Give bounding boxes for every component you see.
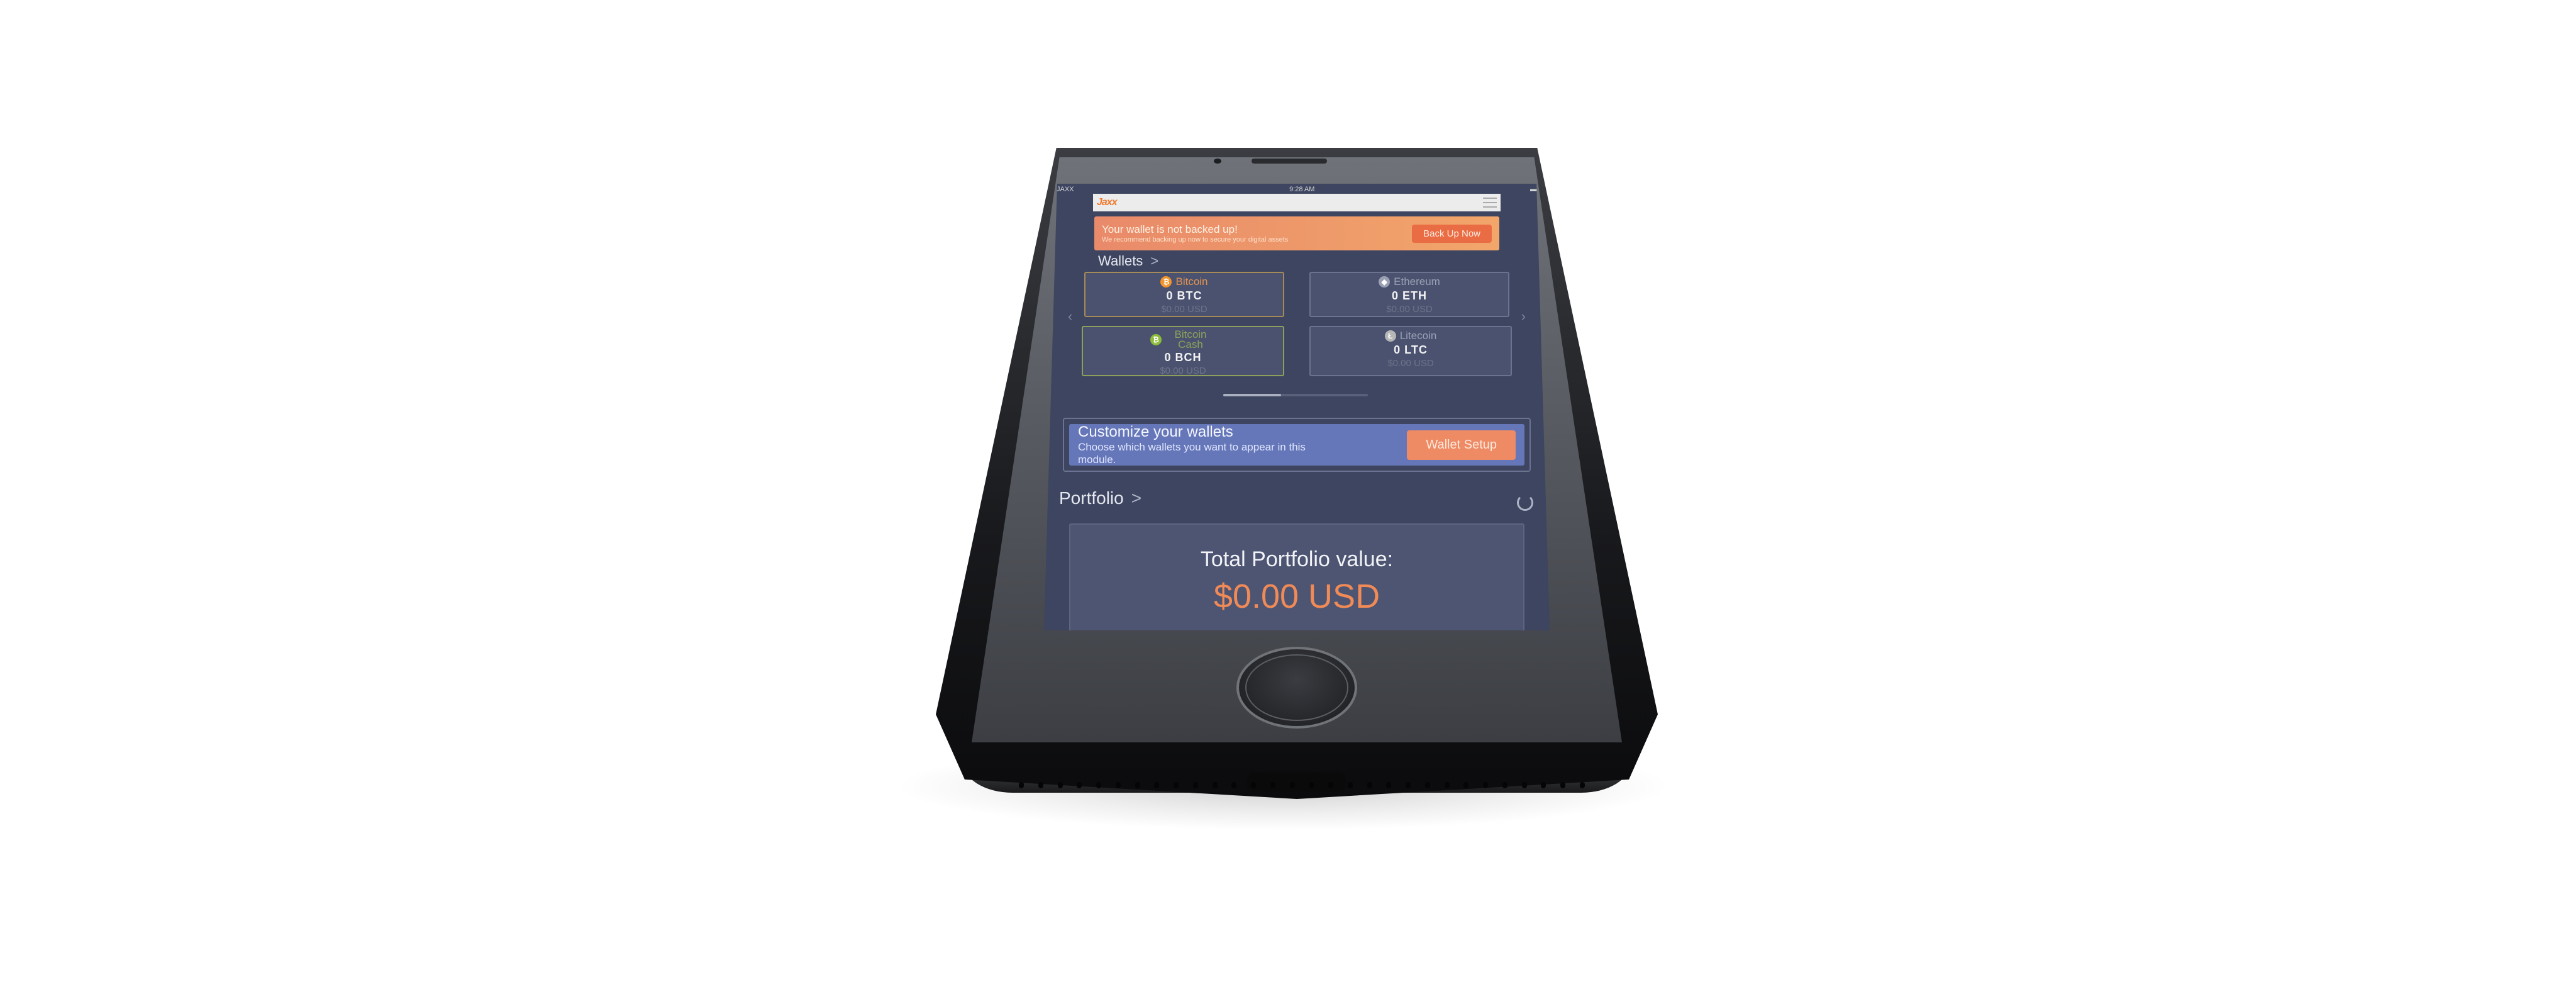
wallet-setup-button[interactable]: Wallet Setup: [1407, 430, 1516, 460]
customize-wallets-card: Customize your wallets Choose which wall…: [1063, 418, 1531, 472]
app-header: Jaxx: [1093, 194, 1501, 211]
wallet-amount: 0 LTC: [1394, 344, 1428, 356]
portfolio-header[interactable]: Portfolio >: [1059, 488, 1141, 508]
customize-subtitle: Choose which wallets you want to appear …: [1078, 441, 1306, 466]
wallet-fiat: $0.00 USD: [1387, 358, 1434, 369]
front-camera-icon: [1214, 159, 1221, 164]
carousel-scroll-thumb[interactable]: [1223, 394, 1281, 396]
battery-icon: ▬: [1530, 186, 1537, 193]
speaker-grille: [1019, 782, 1585, 792]
earpiece-icon: [1252, 159, 1327, 164]
status-time: 9:28 AM: [1289, 186, 1315, 193]
banner-text: Your wallet is not backed up! We recomme…: [1102, 223, 1288, 243]
carrier-label: JAXX: [1057, 186, 1074, 193]
wallet-name: Litecoin: [1399, 330, 1437, 342]
chevron-right-icon: >: [1131, 488, 1142, 508]
status-bar: JAXX 9:28 AM ▬: [1057, 185, 1537, 194]
ethereum-icon: ◆: [1379, 276, 1391, 288]
wallet-card-bitcoin-cash[interactable]: ₿ Bitcoin Cash 0 BCH $0.00 USD: [1082, 326, 1284, 376]
carousel-prev-icon[interactable]: ‹: [1068, 308, 1072, 325]
wallet-fiat: $0.00 USD: [1160, 366, 1206, 376]
wallet-name: Ethereum: [1394, 276, 1440, 288]
portfolio-total-label: Total Portfolio value:: [1200, 547, 1394, 571]
wallet-amount: 0 ETH: [1391, 289, 1427, 302]
carousel-next-icon[interactable]: ›: [1521, 308, 1526, 325]
portfolio-total-value: $0.00 USD: [1213, 578, 1380, 615]
wallet-fiat: $0.00 USD: [1386, 304, 1433, 315]
wallet-amount: 0 BTC: [1166, 289, 1202, 302]
wallet-name: Bitcoin Cash: [1174, 328, 1207, 350]
menu-icon[interactable]: [1483, 198, 1497, 208]
wallets-title: Wallets: [1098, 253, 1143, 269]
wallet-amount: 0 BCH: [1164, 351, 1202, 364]
banner-subtitle: We recommend backing up now to secure yo…: [1102, 236, 1289, 243]
banner-title: Your wallet is not backed up!: [1102, 223, 1238, 235]
bitcoin-cash-icon: ₿: [1150, 334, 1162, 345]
wallets-header[interactable]: Wallets >: [1098, 253, 1158, 269]
portfolio-card: Total Portfolio value: $0.00 USD: [1069, 523, 1524, 630]
jaxx-logo[interactable]: Jaxx: [1097, 197, 1118, 208]
wallet-card-bitcoin[interactable]: ₿ Bitcoin 0 BTC $0.00 USD: [1084, 272, 1284, 317]
litecoin-icon: Ł: [1384, 330, 1396, 342]
backup-banner: Your wallet is not backed up! We recomme…: [1094, 216, 1499, 250]
wallet-fiat: $0.00 USD: [1161, 304, 1208, 315]
back-up-now-button[interactable]: Back Up Now: [1412, 224, 1492, 243]
wallet-card-ethereum[interactable]: ◆ Ethereum 0 ETH $0.00 USD: [1309, 272, 1509, 317]
home-button-ring: [1245, 654, 1348, 721]
customize-title: Customize your wallets: [1078, 423, 1233, 440]
portfolio-title: Portfolio: [1059, 488, 1124, 508]
carousel-scrollbar[interactable]: [1223, 394, 1368, 396]
phone-screen: JAXX 9:28 AM ▬ Jaxx Your wallet is not b…: [1044, 184, 1550, 630]
bitcoin-icon: ₿: [1160, 276, 1172, 288]
wallet-name: Bitcoin: [1175, 276, 1208, 288]
refresh-icon[interactable]: [1517, 494, 1533, 511]
chevron-right-icon: >: [1150, 253, 1159, 269]
wallet-card-litecoin[interactable]: Ł Litecoin 0 LTC $0.00 USD: [1309, 326, 1512, 376]
